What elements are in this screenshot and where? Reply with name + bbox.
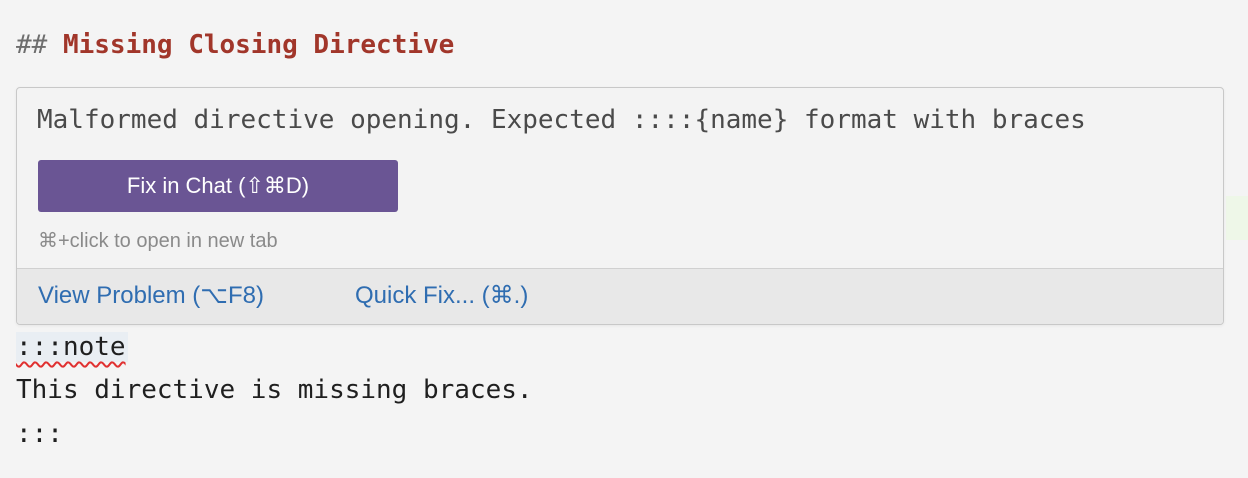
fix-in-chat-button[interactable]: Fix in Chat (⇧⌘D) — [38, 160, 398, 212]
hover-action-bar: View Problem (⌥F8) Quick Fix... (⌘.) — [17, 268, 1223, 324]
open-in-new-tab-hint: ⌘+click to open in new tab — [38, 230, 278, 252]
heading-marker: ## — [16, 30, 63, 60]
heading-text: Missing Closing Directive — [62, 30, 455, 60]
view-problem-link[interactable]: View Problem (⌥F8) — [38, 281, 264, 311]
markdown-heading-line[interactable]: ## Missing Closing Directive — [16, 25, 454, 65]
code-line[interactable]: ::: — [16, 414, 63, 454]
quick-fix-link[interactable]: Quick Fix... (⌘.) — [355, 281, 528, 311]
code-line[interactable]: :::note — [16, 327, 128, 367]
problem-hover-widget: Malformed directive opening. Expected ::… — [16, 87, 1224, 325]
error-token[interactable]: :::note — [16, 332, 128, 362]
code-line[interactable]: This directive is missing braces. — [16, 370, 533, 410]
change-indicator — [1226, 196, 1248, 240]
problem-message: Malformed directive opening. Expected ::… — [37, 105, 1086, 135]
